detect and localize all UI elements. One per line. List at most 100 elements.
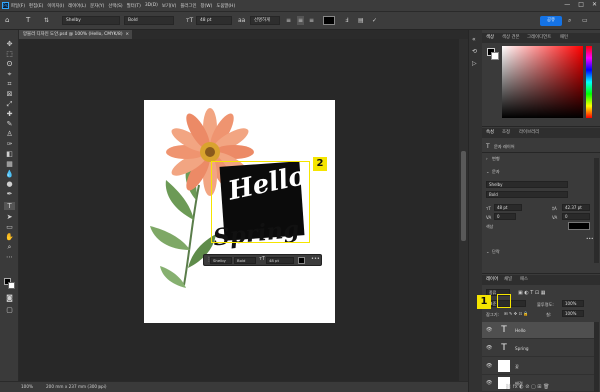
tab-properties[interactable]: 속성	[486, 128, 494, 138]
dodge-tool-icon[interactable]: ●	[4, 180, 15, 188]
orientation-toggle-icon[interactable]: ⇅	[44, 16, 49, 25]
tab-adjustments[interactable]: 조정	[502, 128, 510, 138]
menu-type[interactable]: 문자(Y)	[90, 3, 104, 9]
photoshop-logo[interactable]: Ps	[2, 2, 9, 9]
text-color-swatch[interactable]	[323, 16, 335, 25]
stamp-tool-icon[interactable]: ♙	[4, 130, 15, 138]
menu-select[interactable]: 선택(S)	[108, 3, 122, 9]
blur-tool-icon[interactable]: 💧	[4, 170, 15, 178]
workspace-icon[interactable]: ▭	[582, 16, 588, 25]
home-icon[interactable]: ⌂	[5, 16, 9, 25]
font-family-select[interactable]: Shelby	[62, 16, 120, 25]
tab-color[interactable]: 색상	[486, 33, 494, 43]
zoom-tool-icon[interactable]: ⌕	[4, 243, 15, 251]
prop-font-select[interactable]: Shelby	[486, 181, 568, 188]
quick-mask-icon[interactable]: ◙	[4, 294, 15, 302]
share-button[interactable]: 공유	[540, 16, 562, 26]
collapse-panels-icon[interactable]: «	[472, 36, 476, 43]
hand-tool-icon[interactable]: ✋	[4, 233, 15, 241]
eraser-tool-icon[interactable]: ◧	[4, 150, 15, 158]
layer-filter-icons[interactable]: ▣ ◐ T ⊡ ▦	[518, 290, 545, 296]
antialias-select[interactable]: 선명하게	[250, 16, 280, 25]
prop-kerning-field[interactable]: 0	[494, 213, 516, 220]
align-right-icon[interactable]: ≡	[309, 16, 314, 25]
shape-tool-icon[interactable]: ▭	[4, 223, 15, 231]
marquee-tool-icon[interactable]: ⬚	[4, 50, 15, 58]
history-brush-tool-icon[interactable]: ✑	[4, 140, 15, 148]
float-font-select[interactable]: Shelby	[210, 257, 232, 264]
more-tools-icon[interactable]: ⋯	[4, 253, 15, 261]
menu-view[interactable]: 보기(V)	[162, 3, 177, 9]
maximize-button[interactable]: □	[578, 1, 584, 8]
layer-name[interactable]: Spring	[515, 346, 529, 351]
3d-icon[interactable]: ✓	[372, 16, 377, 25]
layer-row-hello[interactable]: 👁 T Hello	[482, 322, 594, 339]
tab-swatches[interactable]: 색상 견본	[502, 33, 520, 43]
pen-tool-icon[interactable]: ✒	[4, 190, 15, 198]
prop-leading-field[interactable]: 42.37 pt	[562, 204, 590, 211]
layer-footer-icons[interactable]: ⛓ fx ◐ ⊘ ▢ ⊞ 🗑	[505, 384, 549, 390]
object-select-tool-icon[interactable]: ⌖	[4, 70, 15, 78]
hue-slider[interactable]	[586, 46, 592, 118]
tab-layers[interactable]: 레이어	[486, 275, 498, 285]
text-bounding-box[interactable]	[211, 161, 310, 243]
actions-panel-icon[interactable]: ▷	[472, 60, 477, 67]
float-style-select[interactable]: Bold	[234, 257, 256, 264]
menu-3d[interactable]: 3D(D)	[145, 3, 158, 8]
visibility-icon[interactable]: 👁	[486, 327, 492, 333]
opacity-field[interactable]: 100%	[562, 300, 584, 307]
menu-file[interactable]: 파일(F)	[11, 3, 25, 9]
lock-icons[interactable]: ⊞ ✎ ✥ ⊡ 🔒	[504, 311, 529, 317]
lasso-tool-icon[interactable]: ʘ	[4, 60, 15, 68]
menu-edit[interactable]: 편집(E)	[29, 3, 43, 9]
history-panel-icon[interactable]: ⟲	[472, 48, 477, 55]
menu-help[interactable]: 도움말(H)	[216, 3, 235, 9]
tab-gradients[interactable]: 그레이디언트	[527, 33, 551, 43]
close-window-button[interactable]: ✕	[592, 1, 597, 8]
properties-scrollbar[interactable]	[594, 158, 599, 263]
align-center-icon[interactable]: ≡	[297, 16, 305, 25]
character-panel-icon[interactable]: ▤	[358, 16, 364, 25]
layer-name[interactable]: Hello	[515, 328, 526, 333]
visibility-icon[interactable]: 👁	[486, 345, 492, 351]
type-tool-icon[interactable]: T	[4, 202, 15, 210]
paragraph-section-label[interactable]: 단락	[492, 249, 500, 255]
layer-row-flower[interactable]: 👁 꽃	[482, 358, 594, 375]
close-tab-icon[interactable]: ×	[125, 30, 129, 39]
tab-paths[interactable]: 패스	[520, 275, 528, 285]
prop-more-button[interactable]: •••	[586, 236, 593, 241]
menu-window[interactable]: 창(W)	[201, 3, 213, 9]
prop-style-select[interactable]: Bold	[486, 191, 568, 198]
tab-channels[interactable]: 채널	[504, 275, 512, 285]
prop-tracking-field[interactable]: 0	[562, 213, 590, 220]
prop-size-field[interactable]: 48 pt	[494, 204, 522, 211]
menu-plugins[interactable]: 플러그인	[180, 3, 196, 9]
eyedropper-tool-icon[interactable]: ⤢	[4, 100, 15, 108]
background-color-swatch[interactable]	[8, 282, 15, 289]
color-field[interactable]	[502, 46, 583, 118]
screen-mode-icon[interactable]: ▢	[4, 306, 15, 314]
search-icon[interactable]: ⌕	[568, 16, 571, 25]
visibility-icon[interactable]: 👁	[486, 363, 492, 369]
type-tool-icon[interactable]: T	[26, 16, 30, 25]
transform-section-label[interactable]: 변형	[492, 156, 500, 162]
layer-name[interactable]: 꽃	[515, 364, 519, 370]
crop-tool-icon[interactable]: ⌗	[4, 80, 15, 88]
status-arrow-icon[interactable]: ›	[98, 382, 100, 392]
float-color-swatch[interactable]	[298, 257, 305, 264]
font-size-select[interactable]: 48 pt	[196, 16, 232, 25]
zoom-level[interactable]: 100%	[21, 382, 33, 392]
character-chevron-icon[interactable]: ⌄	[486, 169, 490, 174]
float-size-select[interactable]: 48 pt	[266, 257, 294, 264]
path-select-tool-icon[interactable]: ➤	[4, 213, 15, 221]
gradient-tool-icon[interactable]: ▦	[4, 160, 15, 168]
warp-text-icon[interactable]: Ⅎ	[345, 16, 348, 25]
color-background-swatch[interactable]	[491, 52, 499, 60]
frame-tool-icon[interactable]: ⊠	[4, 90, 15, 98]
float-more-button[interactable]: •••	[311, 256, 320, 262]
character-section-label[interactable]: 문자	[492, 169, 500, 175]
menu-filter[interactable]: 필터(T)	[127, 3, 141, 9]
visibility-icon[interactable]: 👁	[486, 380, 492, 386]
tab-libraries[interactable]: 라이브러리	[519, 128, 539, 138]
align-left-icon[interactable]: ≡	[286, 16, 291, 25]
